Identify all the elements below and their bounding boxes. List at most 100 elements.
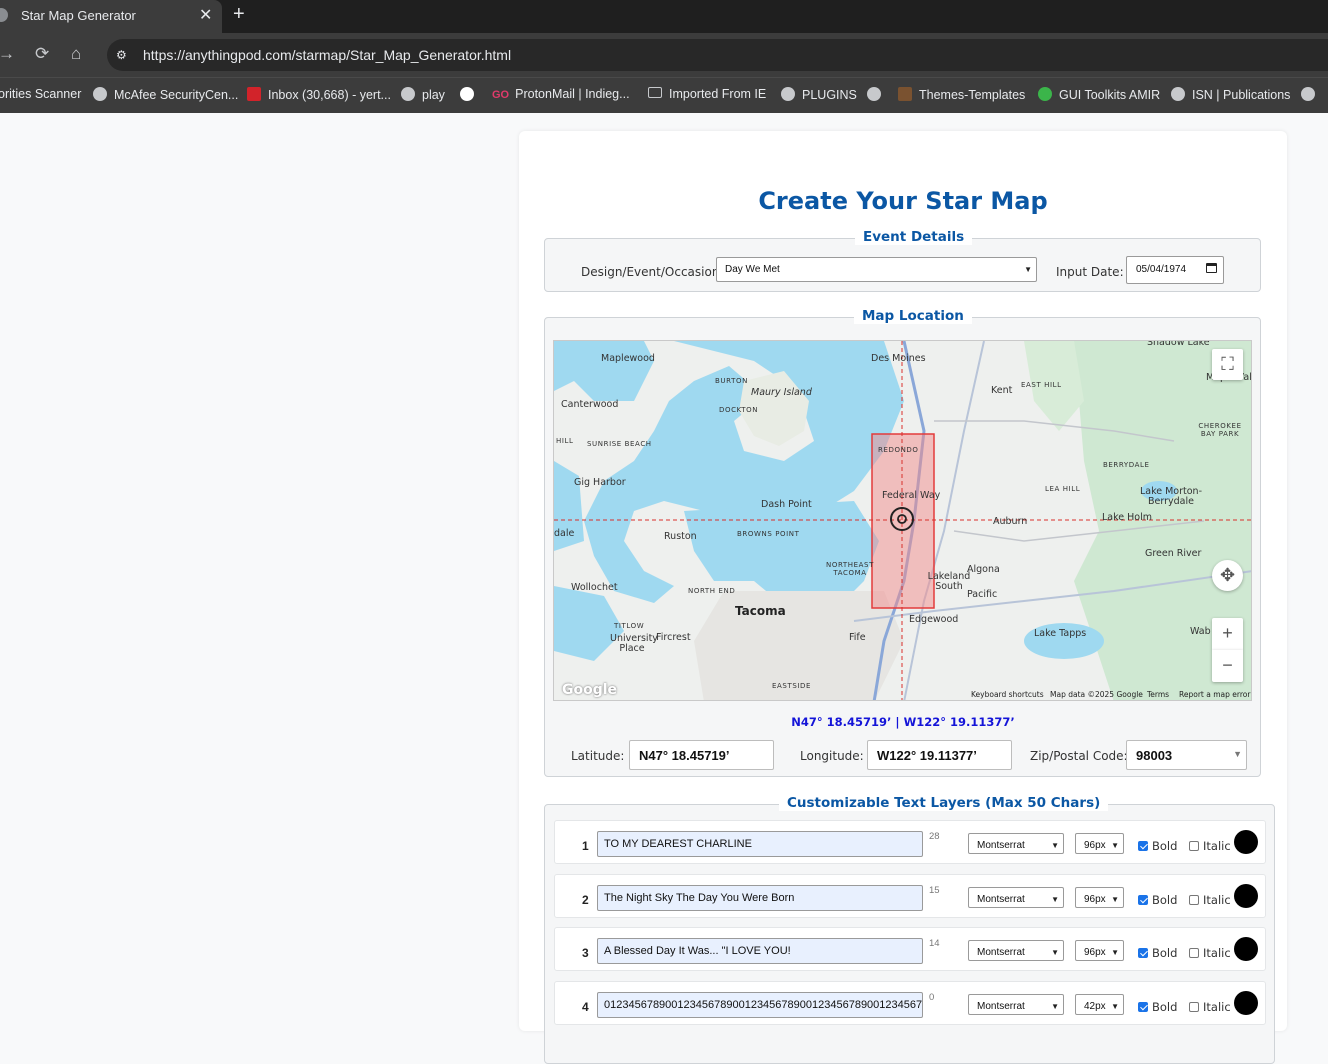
layer-text-input[interactable]: The Night Sky The Day You Were Born (597, 885, 923, 911)
latitude-label: Latitude: (571, 749, 625, 763)
bookmark-item[interactable]: PLUGINS (781, 87, 857, 102)
new-tab-icon[interactable]: + (233, 3, 245, 26)
bookmarks-bar: orities Scanner McAfee SecurityCen... In… (0, 77, 1328, 113)
bold-checkbox[interactable] (1138, 948, 1148, 958)
font-select[interactable]: Montserrat ▼ (968, 833, 1064, 854)
reload-icon[interactable]: ⟳ (35, 44, 49, 64)
map-label: Lake Morton-Berrydale (1139, 486, 1203, 507)
layer-text-input[interactable]: 0123456789001234567890012345678900123456… (597, 992, 923, 1018)
page-title: Create Your Star Map (758, 187, 1048, 215)
map-label: Green River (1145, 548, 1202, 559)
italic-checkbox[interactable] (1189, 948, 1199, 958)
map-label: NORTH END (688, 587, 736, 595)
zip-input[interactable]: 98003 ▼ (1126, 740, 1247, 770)
map-label: Fife (849, 632, 866, 643)
bookmark-item[interactable] (867, 87, 888, 102)
map-label: Maplewood (601, 353, 655, 364)
bookmark-item[interactable] (460, 87, 481, 102)
chevron-down-icon: ▼ (1111, 1002, 1119, 1011)
text-layers-section: Customizable Text Layers (Max 50 Chars) … (544, 795, 1275, 1064)
google-logo: Google (562, 682, 618, 698)
color-picker[interactable] (1234, 830, 1258, 854)
close-tab-icon[interactable]: ✕ (199, 5, 212, 25)
bookmark-item[interactable]: orities Scanner (0, 87, 81, 101)
globe-icon (867, 87, 881, 101)
bookmark-item[interactable]: Themes-Templates (898, 87, 1025, 102)
coordinates-display: N47° 18.45719’ | W122° 19.11377’ (791, 715, 1015, 729)
chevron-down-icon: ▼ (1024, 265, 1032, 274)
browser-tab[interactable]: Star Map Generator ✕ (0, 0, 222, 33)
color-picker[interactable] (1234, 884, 1258, 908)
bold-checkbox[interactable] (1138, 841, 1148, 851)
map-label: Ruston (664, 531, 697, 542)
text-layer-row: 4 01234567890012345678900123456789001234… (554, 981, 1266, 1025)
char-count: 14 (929, 938, 940, 949)
go-icon: GO (492, 89, 510, 101)
fullscreen-icon[interactable]: ⛶ (1212, 349, 1243, 380)
map-label: Wab (1190, 626, 1211, 637)
bookmark-item[interactable]: ISN | Publications (1171, 87, 1290, 102)
map-label: NORTHEAST TACOMA (826, 561, 874, 577)
bookmark-folder[interactable]: Imported From IE (648, 87, 766, 101)
map-label: BERRYDALE (1103, 461, 1150, 469)
map-label: BROWNS POINT (737, 530, 800, 538)
address-bar[interactable]: ⚙ https://anythingpod.com/starmap/Star_M… (107, 39, 1328, 71)
zoom-out-button[interactable]: − (1212, 650, 1243, 682)
map-label: EAST HILL (1021, 381, 1062, 389)
bold-checkbox[interactable] (1138, 1002, 1148, 1012)
italic-checkbox[interactable] (1189, 841, 1199, 851)
forward-icon[interactable]: → (0, 44, 15, 64)
longitude-input[interactable]: W122° 19.11377’ (867, 740, 1012, 770)
date-label: Input Date: (1056, 265, 1124, 279)
map-label: Shadow Lake (1147, 340, 1210, 348)
layer-text-input[interactable]: A Blessed Day It Was... "I LOVE YOU! (597, 938, 923, 964)
zoom-in-button[interactable]: + (1212, 618, 1243, 650)
mail-icon (247, 87, 261, 101)
size-select[interactable]: 96px ▼ (1075, 940, 1124, 961)
report-error-link[interactable]: Report a map error (1179, 690, 1250, 699)
map-view[interactable]: Maplewood BURTON Maury Island DOCKTON Ca… (553, 340, 1252, 701)
book-icon (898, 87, 912, 101)
bookmark-item[interactable]: GO ProtonMail | Indieg... (492, 87, 630, 101)
size-select[interactable]: 96px ▼ (1075, 887, 1124, 908)
star-map-form: Create Your Star Map Event Details Desig… (519, 131, 1287, 1064)
occasion-select[interactable]: Day We Met ▼ (716, 257, 1037, 282)
size-select[interactable]: 96px ▼ (1075, 833, 1124, 854)
chevron-down-icon: ▼ (1051, 948, 1059, 957)
date-input[interactable]: 05/04/1974 (1126, 256, 1224, 284)
map-label: DOCKTON (719, 406, 759, 414)
color-picker[interactable] (1234, 937, 1258, 961)
font-select[interactable]: Montserrat ▼ (968, 887, 1064, 908)
map-label: Pacific (967, 589, 998, 600)
bookmark-item[interactable]: Inbox (30,668) - yert... (247, 87, 391, 102)
layer-number: 1 (582, 839, 589, 853)
font-select[interactable]: Montserrat ▼ (968, 994, 1064, 1015)
size-select[interactable]: 42px ▼ (1075, 994, 1124, 1015)
map-label: Canterwood (561, 399, 619, 410)
move-camera-icon[interactable]: ✥ (1212, 560, 1243, 591)
color-picker[interactable] (1234, 991, 1258, 1015)
keyboard-shortcuts-link[interactable]: Keyboard shortcuts (971, 690, 1044, 699)
calendar-icon[interactable] (1206, 263, 1217, 273)
map-label: Tacoma (735, 604, 786, 618)
bookmark-item[interactable]: McAfee SecurityCen... (93, 87, 238, 102)
map-label: EASTSIDE (772, 682, 812, 690)
char-count: 0 (929, 992, 935, 1003)
italic-checkbox[interactable] (1189, 895, 1199, 905)
text-layer-row: 1 TO MY DEAREST CHARLINE 28 Montserrat ▼… (554, 820, 1266, 864)
italic-label: Italic (1203, 839, 1231, 853)
italic-label: Italic (1203, 1000, 1231, 1014)
home-icon[interactable]: ⌂ (71, 44, 81, 64)
site-info-icon[interactable]: ⚙ (116, 48, 130, 62)
map-label: Lake Tapps (1034, 628, 1087, 639)
bookmark-item[interactable] (1301, 87, 1322, 102)
bold-checkbox[interactable] (1138, 895, 1148, 905)
font-select[interactable]: Montserrat ▼ (968, 940, 1064, 961)
latitude-input[interactable]: N47° 18.45719’ (629, 740, 774, 770)
bookmark-item[interactable]: GUI Toolkits AMIR (1038, 87, 1160, 102)
chevron-down-icon: ▼ (1051, 841, 1059, 850)
terms-link[interactable]: Terms (1147, 690, 1169, 699)
italic-checkbox[interactable] (1189, 1002, 1199, 1012)
layer-text-input[interactable]: TO MY DEAREST CHARLINE (597, 831, 923, 857)
bookmark-item[interactable]: play (401, 87, 445, 102)
